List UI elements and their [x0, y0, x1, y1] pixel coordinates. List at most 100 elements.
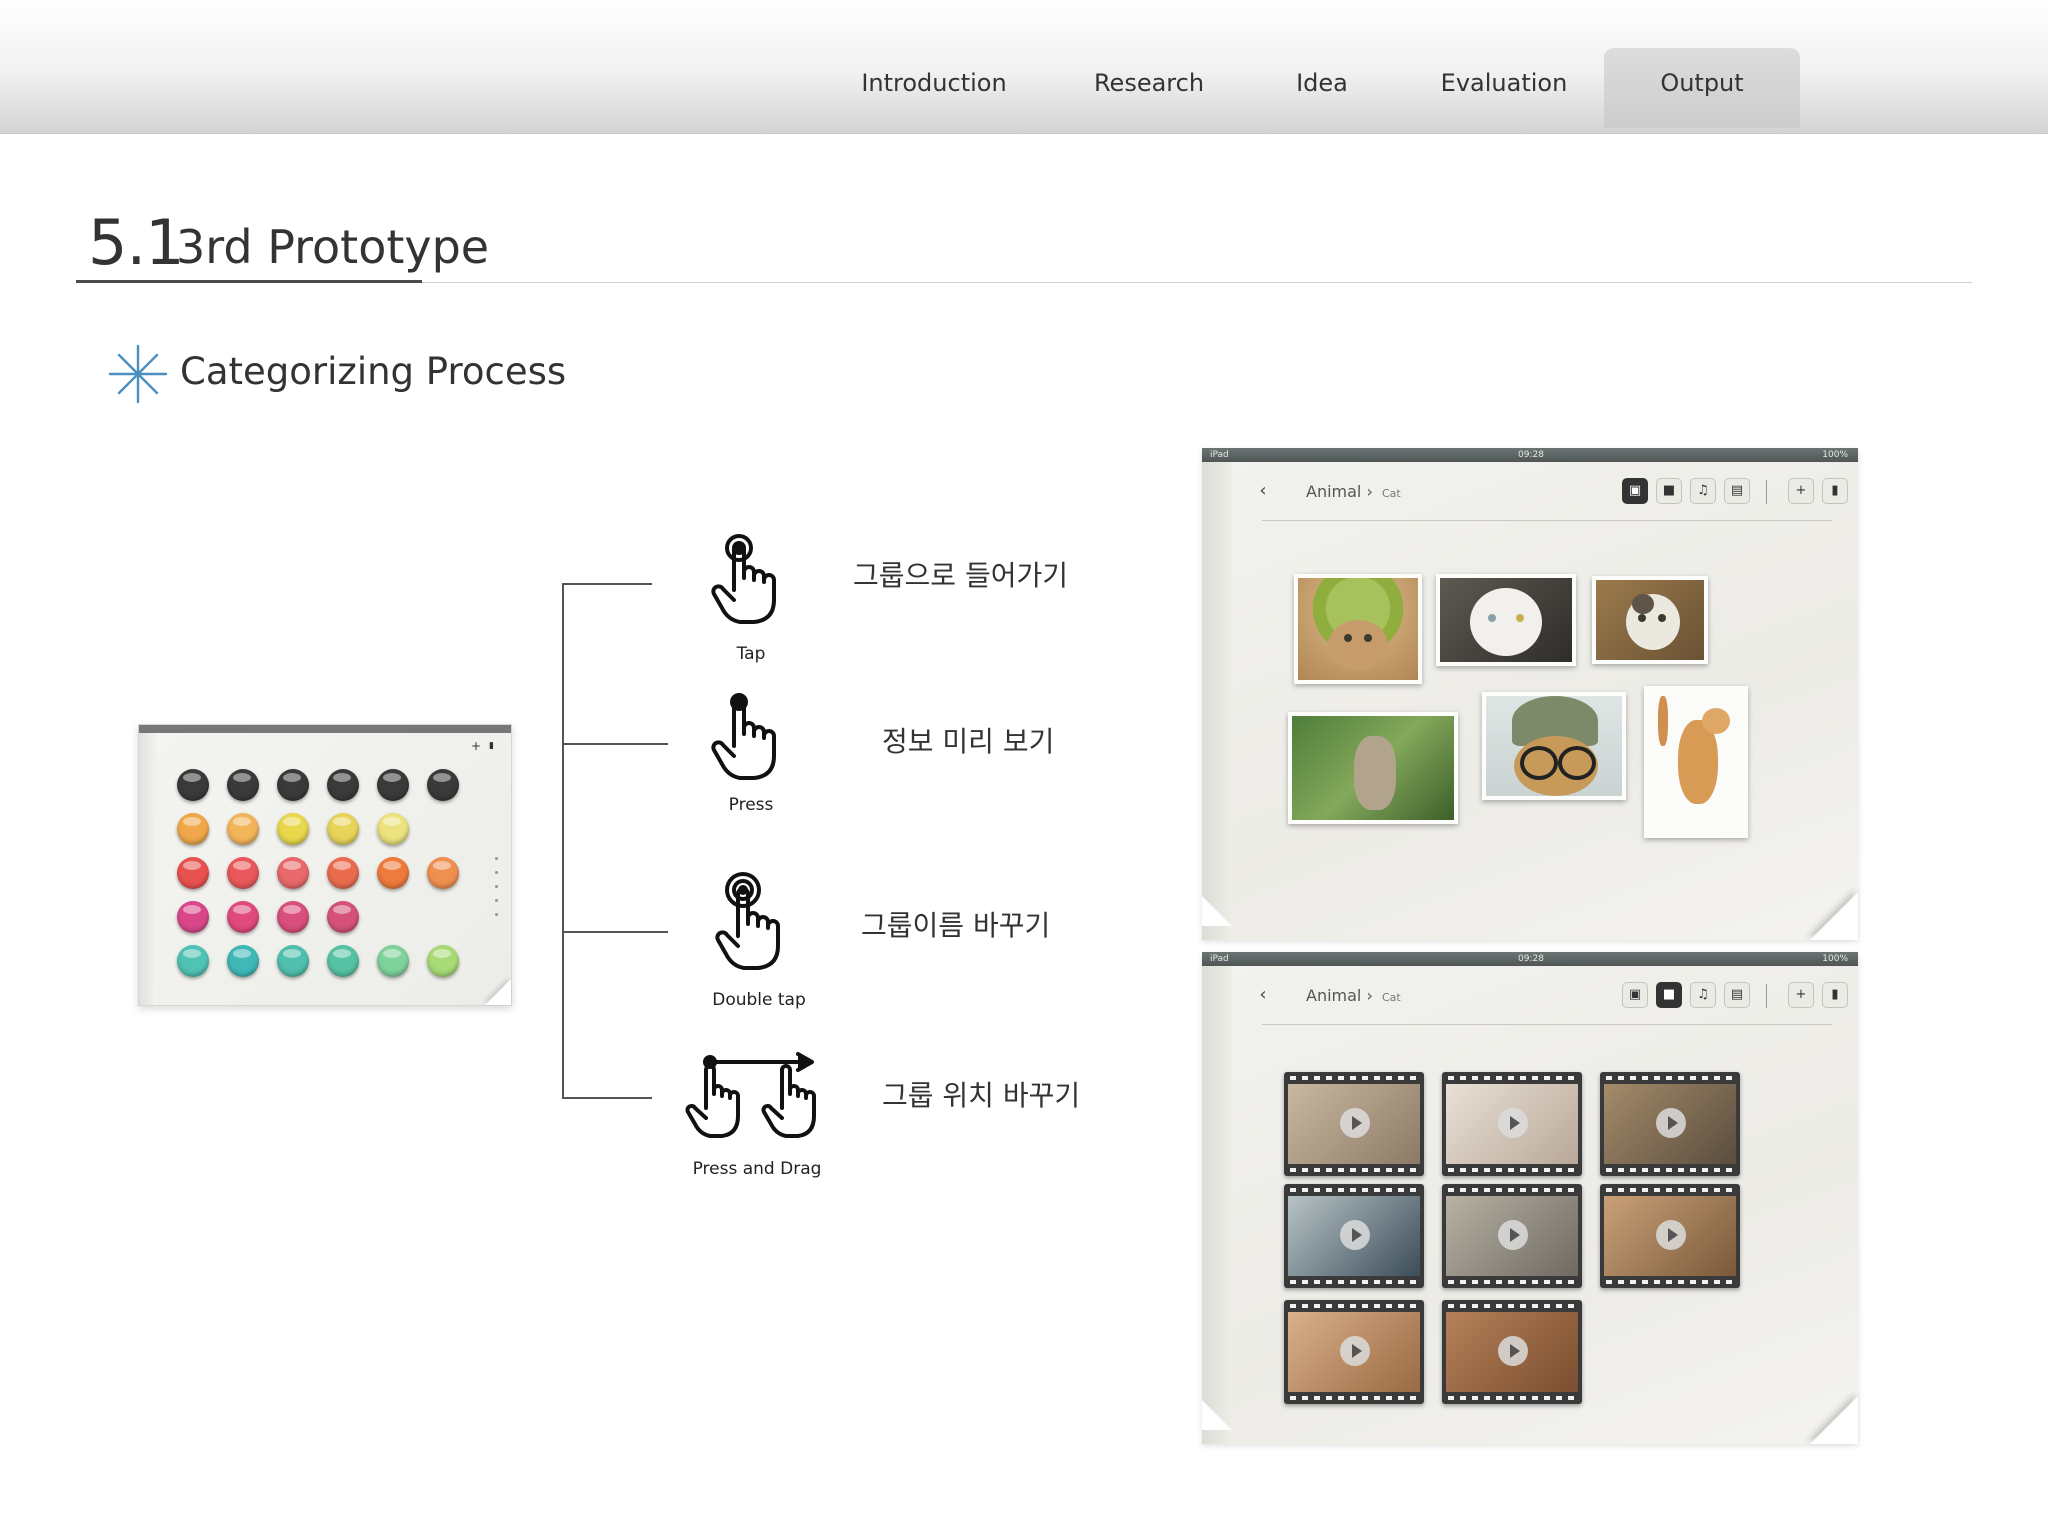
status-time: 09:28	[1518, 954, 1544, 964]
music-filter-icon[interactable]: ♫	[1690, 478, 1716, 504]
nav-idea[interactable]: Idea	[1272, 48, 1372, 128]
film-perforation	[1606, 1280, 1734, 1284]
video-thumbnail[interactable]	[1442, 1184, 1582, 1288]
bracket-vertical-line	[562, 584, 564, 1098]
standing-cat-photo[interactable]	[1288, 712, 1458, 824]
video-thumbnail[interactable]	[1442, 1072, 1582, 1176]
group-button[interactable]	[277, 857, 309, 889]
video-thumbnail[interactable]	[1284, 1184, 1424, 1288]
header-divider	[1262, 1024, 1832, 1025]
group-button[interactable]	[327, 857, 359, 889]
group-button[interactable]	[227, 813, 259, 845]
play-icon[interactable]	[1340, 1108, 1370, 1138]
status-carrier: iPad	[1210, 954, 1229, 964]
back-arrow-icon[interactable]: ‹	[1252, 480, 1274, 502]
trash-icon[interactable]: ▮	[1822, 478, 1848, 504]
page-indicator-dots	[495, 857, 499, 927]
group-button[interactable]	[377, 813, 409, 845]
page-curl-icon[interactable]	[1810, 892, 1858, 940]
group-button[interactable]	[177, 901, 209, 933]
breadcrumb-separator: ›	[1366, 482, 1373, 501]
video-thumbnail[interactable]	[1284, 1300, 1424, 1404]
nav-research[interactable]: Research	[1066, 48, 1232, 128]
kitten-photo[interactable]	[1592, 576, 1708, 664]
video-filter-icon[interactable]: ■	[1656, 982, 1682, 1008]
status-bar: iPad 09:28 100%	[1202, 448, 1858, 462]
group-button[interactable]	[327, 813, 359, 845]
nav-introduction[interactable]: Introduction	[846, 48, 1022, 128]
music-filter-icon[interactable]: ♫	[1690, 982, 1716, 1008]
video-thumbnail[interactable]	[1600, 1184, 1740, 1288]
page-curl-icon[interactable]	[1810, 1396, 1858, 1444]
play-icon[interactable]	[1498, 1336, 1528, 1366]
status-battery: 100%	[1822, 954, 1848, 964]
group-button[interactable]	[277, 901, 309, 933]
heading-underline	[76, 280, 422, 283]
film-perforation	[1290, 1304, 1418, 1308]
group-button[interactable]	[177, 857, 209, 889]
group-button[interactable]	[327, 901, 359, 933]
group-button[interactable]	[327, 945, 359, 977]
cat-glasses-photo[interactable]	[1482, 692, 1626, 800]
section-number: 5.1	[88, 206, 185, 279]
group-button[interactable]	[277, 813, 309, 845]
nav-evaluation[interactable]: Evaluation	[1412, 48, 1596, 128]
document-filter-icon[interactable]: ▤	[1724, 982, 1750, 1008]
film-perforation	[1448, 1168, 1576, 1172]
film-perforation	[1448, 1396, 1576, 1400]
play-icon[interactable]	[1498, 1220, 1528, 1250]
play-icon[interactable]	[1498, 1108, 1528, 1138]
double-tap-hand-icon	[715, 872, 780, 970]
trash-icon[interactable]: ▮	[1822, 982, 1848, 1008]
status-bar	[139, 725, 511, 733]
group-button[interactable]	[427, 857, 459, 889]
group-button[interactable]	[177, 813, 209, 845]
group-button[interactable]	[227, 857, 259, 889]
white-cat-photo[interactable]	[1436, 574, 1576, 666]
photo-filter-icon[interactable]: ▣	[1622, 478, 1648, 504]
group-button[interactable]	[427, 769, 459, 801]
add-icon[interactable]: +	[1788, 982, 1814, 1008]
document-filter-icon[interactable]: ▤	[1724, 478, 1750, 504]
video-thumbnail[interactable]	[1442, 1300, 1582, 1404]
gesture-caption-press: Press	[728, 795, 774, 815]
group-button[interactable]	[227, 769, 259, 801]
group-button[interactable]	[227, 945, 259, 977]
play-icon[interactable]	[1656, 1108, 1686, 1138]
video-group-screen: iPad 09:28 100% ‹ Animal › Cat ▣ ■ ♫ ▤ +…	[1202, 952, 1858, 1444]
header-divider	[1262, 520, 1832, 521]
cat-photo-melon-hat[interactable]	[1294, 574, 1422, 684]
film-perforation	[1606, 1168, 1734, 1172]
group-button[interactable]	[377, 769, 409, 801]
play-icon[interactable]	[1656, 1220, 1686, 1250]
breadcrumb-parent[interactable]: Animal	[1306, 482, 1361, 501]
video-thumbnail[interactable]	[1600, 1072, 1740, 1176]
bracket-line-press-drag	[562, 1097, 652, 1099]
add-icon[interactable]: +	[471, 739, 481, 753]
group-button[interactable]	[327, 769, 359, 801]
group-button[interactable]	[227, 901, 259, 933]
video-thumbnail[interactable]	[1284, 1072, 1424, 1176]
film-perforation	[1290, 1076, 1418, 1080]
nav-output-active[interactable]: Output	[1604, 48, 1800, 128]
play-icon[interactable]	[1340, 1220, 1370, 1250]
group-button[interactable]	[377, 945, 409, 977]
orange-cat-photo[interactable]	[1644, 686, 1748, 838]
breadcrumb: Animal › Cat	[1306, 986, 1401, 1005]
group-button[interactable]	[177, 769, 209, 801]
group-button[interactable]	[427, 945, 459, 977]
back-arrow-icon[interactable]: ‹	[1252, 984, 1274, 1006]
play-icon[interactable]	[1340, 1336, 1370, 1366]
trash-icon[interactable]: ▮	[489, 741, 494, 751]
group-button[interactable]	[177, 945, 209, 977]
group-button[interactable]	[377, 857, 409, 889]
toolbar-separator	[1766, 984, 1767, 1008]
photo-filter-icon[interactable]: ▣	[1622, 982, 1648, 1008]
group-button[interactable]	[277, 945, 309, 977]
add-icon[interactable]: +	[1788, 478, 1814, 504]
breadcrumb-parent[interactable]: Animal	[1306, 986, 1361, 1005]
photo-group-screen: iPad 09:28 100% ‹ Animal › Cat ▣ ■ ♫ ▤ +…	[1202, 448, 1858, 940]
video-filter-icon[interactable]: ■	[1656, 478, 1682, 504]
group-button[interactable]	[277, 769, 309, 801]
subsection-title: Categorizing Process	[180, 350, 567, 393]
